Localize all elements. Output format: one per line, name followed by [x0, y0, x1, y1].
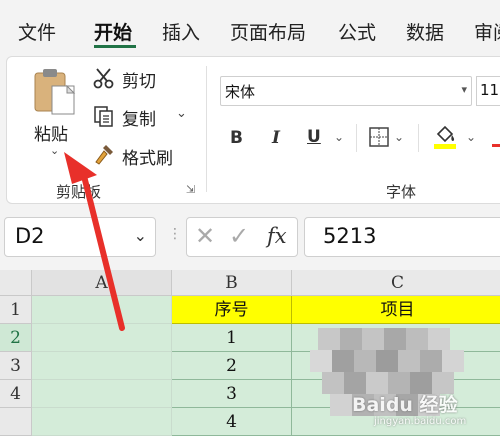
- tab-insert[interactable]: 插入: [162, 18, 200, 45]
- tab-file[interactable]: 文件: [18, 18, 56, 45]
- cell-b5[interactable]: 4: [172, 408, 292, 436]
- cell-c1[interactable]: 项目: [292, 296, 500, 324]
- copy-button[interactable]: 复制: [122, 105, 156, 130]
- font-size-value: 11: [480, 81, 500, 99]
- font-size-select[interactable]: 11: [476, 76, 500, 106]
- name-box[interactable]: D2 ⌄: [4, 217, 156, 257]
- font-name-select[interactable]: 宋体 ▾: [220, 76, 472, 106]
- cut-button[interactable]: 剪切: [122, 67, 156, 92]
- cell-a5[interactable]: [32, 408, 172, 436]
- clipboard-dialog-launcher-icon[interactable]: ⇲: [186, 183, 195, 196]
- paste-icon: [34, 69, 76, 115]
- row-header-3[interactable]: 3: [0, 352, 32, 380]
- watermark-url: jingyan.baidu.com: [374, 416, 467, 427]
- fill-color-dropdown-icon[interactable]: ⌄: [466, 130, 476, 144]
- format-painter-icon: [95, 145, 113, 165]
- copy-icon: [94, 106, 113, 127]
- cell-a1[interactable]: [32, 296, 172, 324]
- cell-a4[interactable]: [32, 380, 172, 408]
- paste-button[interactable]: 粘贴 ⌄: [26, 64, 84, 164]
- tab-page-layout[interactable]: 页面布局: [230, 18, 306, 45]
- chevron-down-icon[interactable]: ⌄: [50, 144, 59, 157]
- active-tab-indicator: [94, 45, 136, 48]
- formula-input[interactable]: 5213: [304, 217, 500, 257]
- cell-b2[interactable]: 1: [172, 324, 292, 352]
- cancel-icon[interactable]: ✕: [195, 222, 215, 250]
- cell-a3[interactable]: [32, 352, 172, 380]
- cell-b1[interactable]: 序号: [172, 296, 292, 324]
- clipboard-group-label: 剪贴板: [56, 183, 102, 201]
- baidu-watermark: Baidu 经验 jingyan.baidu.com: [352, 388, 498, 434]
- formula-value: 5213: [323, 224, 377, 248]
- borders-dropdown-icon[interactable]: ⌄: [394, 130, 404, 144]
- italic-button[interactable]: I: [272, 128, 280, 148]
- tab-review[interactable]: 审阅: [474, 18, 500, 45]
- font-separator: [356, 124, 357, 152]
- font-name-value: 宋体: [225, 83, 256, 101]
- formula-buttons: ✕ ✓ fx: [186, 217, 298, 257]
- font-name-dropdown-icon[interactable]: ▾: [461, 83, 467, 96]
- tab-data[interactable]: 数据: [406, 18, 444, 45]
- column-header-b[interactable]: B: [172, 270, 292, 296]
- cell-a2[interactable]: [32, 324, 172, 352]
- tab-formulas[interactable]: 公式: [338, 18, 376, 45]
- confirm-icon[interactable]: ✓: [229, 222, 249, 250]
- cut-icon: [93, 68, 114, 89]
- row-header-1[interactable]: 1: [0, 296, 32, 324]
- underline-dropdown-icon[interactable]: ⌄: [334, 130, 344, 144]
- excel-window: 文件 开始 插入 页面布局 公式 数据 审阅 粘贴 ⌄ 剪切 复制 ⌄ 格式刷 …: [0, 0, 500, 437]
- group-separator: [206, 66, 207, 192]
- underline-button[interactable]: U: [307, 127, 321, 147]
- fill-color-icon[interactable]: [432, 122, 458, 150]
- font-group-label: 字体: [386, 183, 417, 201]
- watermark-logo-text: Baidu 经验: [352, 394, 458, 416]
- format-painter-button[interactable]: 格式刷: [122, 144, 173, 169]
- column-header-c[interactable]: C: [292, 270, 500, 296]
- font-separator-2: [418, 124, 419, 152]
- column-header-a[interactable]: A: [32, 270, 172, 296]
- copy-dropdown-icon[interactable]: ⌄: [176, 106, 187, 121]
- formula-bar-grip-icon: ⋮: [168, 226, 182, 242]
- tab-home[interactable]: 开始: [94, 18, 132, 45]
- insert-function-button[interactable]: fx: [267, 224, 287, 248]
- row-header-2[interactable]: 2: [0, 324, 32, 352]
- name-box-value: D2: [15, 224, 45, 248]
- paste-label: 粘贴: [34, 125, 68, 145]
- cell-b3[interactable]: 2: [172, 352, 292, 380]
- row-header-4[interactable]: 4: [0, 380, 32, 408]
- select-all-corner[interactable]: [0, 270, 32, 296]
- font-color-swatch[interactable]: [492, 144, 500, 147]
- bold-button[interactable]: B: [230, 128, 243, 148]
- row-header-5[interactable]: [0, 408, 32, 436]
- name-box-dropdown-icon[interactable]: ⌄: [134, 226, 147, 245]
- cell-b4[interactable]: 3: [172, 380, 292, 408]
- borders-icon[interactable]: [368, 126, 390, 148]
